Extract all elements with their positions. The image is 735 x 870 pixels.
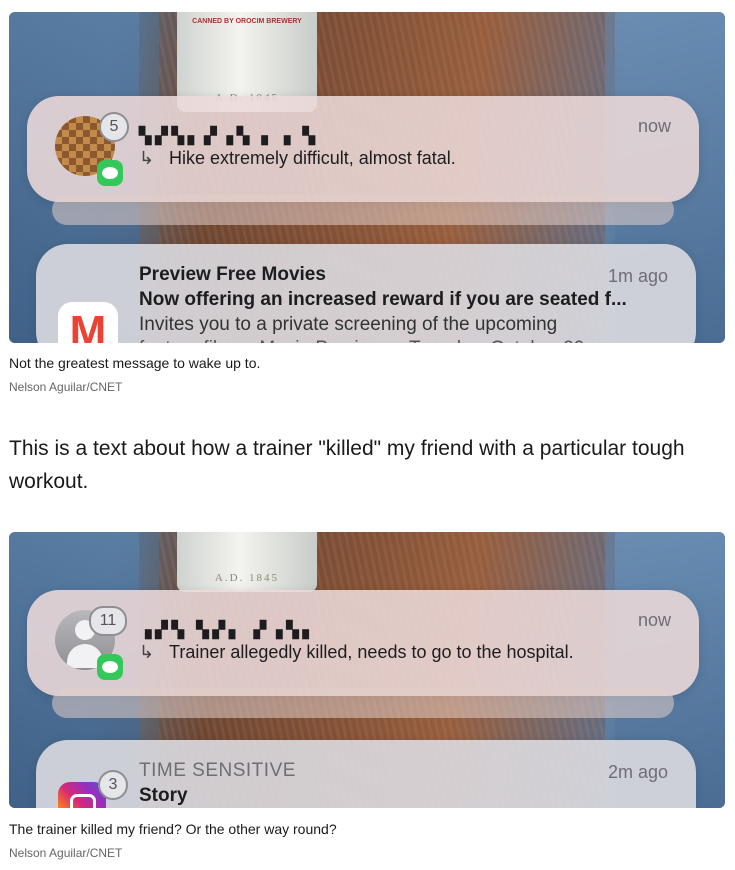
figure-caption: The trainer killed my friend? Or the oth…	[9, 821, 337, 837]
notification-time: now	[637, 116, 671, 136]
reply-icon: ↳	[139, 148, 155, 168]
badge-count: 3	[98, 770, 128, 800]
article-paragraph: This is a text about how a trainer "kill…	[9, 437, 685, 493]
notification-title: Preview Free Movies	[139, 264, 326, 285]
page-background	[0, 808, 735, 870]
can-logo: CANNED BY OROCIM BREWERY	[192, 18, 302, 25]
badge-count: 5	[99, 112, 129, 142]
messages-icon	[97, 654, 123, 680]
messages-icon	[97, 160, 123, 186]
notification-preview: Invites you to a private screening of th…	[139, 314, 558, 335]
notification-time: 1m ago	[607, 266, 668, 286]
notification-stack-shadow	[52, 195, 674, 225]
message-notification[interactable]: 11 ▗▞▚ ▚▞▖ ▞▗▚▖ now ↳ Trainer allegedly …	[27, 590, 699, 696]
photo-credit: Nelson Aguilar/CNET	[9, 846, 123, 860]
can-label: A.D. 1845	[214, 572, 280, 584]
time-sensitive-label: TIME SENSITIVE	[139, 760, 296, 781]
notification-body: Trainer allegedly killed, needs to go to…	[169, 642, 574, 662]
notification-stack-shadow	[52, 688, 674, 718]
message-notification[interactable]: 5 ▚▞▚▖▞▗▚ ▖▗ ▚ now ↳ Hike extremely diff…	[27, 96, 699, 202]
notification-title: Story	[139, 785, 188, 806]
notification-body: Hike extremely difficult, almost fatal.	[169, 148, 456, 168]
sender-name-redacted: ▚▞▚▖▞▗▚ ▖▗ ▚	[139, 128, 319, 145]
reply-icon: ↳	[139, 642, 155, 662]
beer-can: A.D. 1845	[177, 532, 317, 592]
badge-count: 11	[89, 606, 127, 636]
notification-time: 2m ago	[607, 762, 668, 782]
notification-time: now	[637, 610, 671, 630]
notification-subject: Now offering an increased reward if you …	[139, 289, 627, 310]
sender-name-redacted: ▗▞▚ ▚▞▖ ▞▗▚▖	[139, 622, 319, 639]
figure-caption: Not the greatest message to wake up to.	[9, 355, 261, 371]
photo-credit: Nelson Aguilar/CNET	[9, 380, 123, 394]
